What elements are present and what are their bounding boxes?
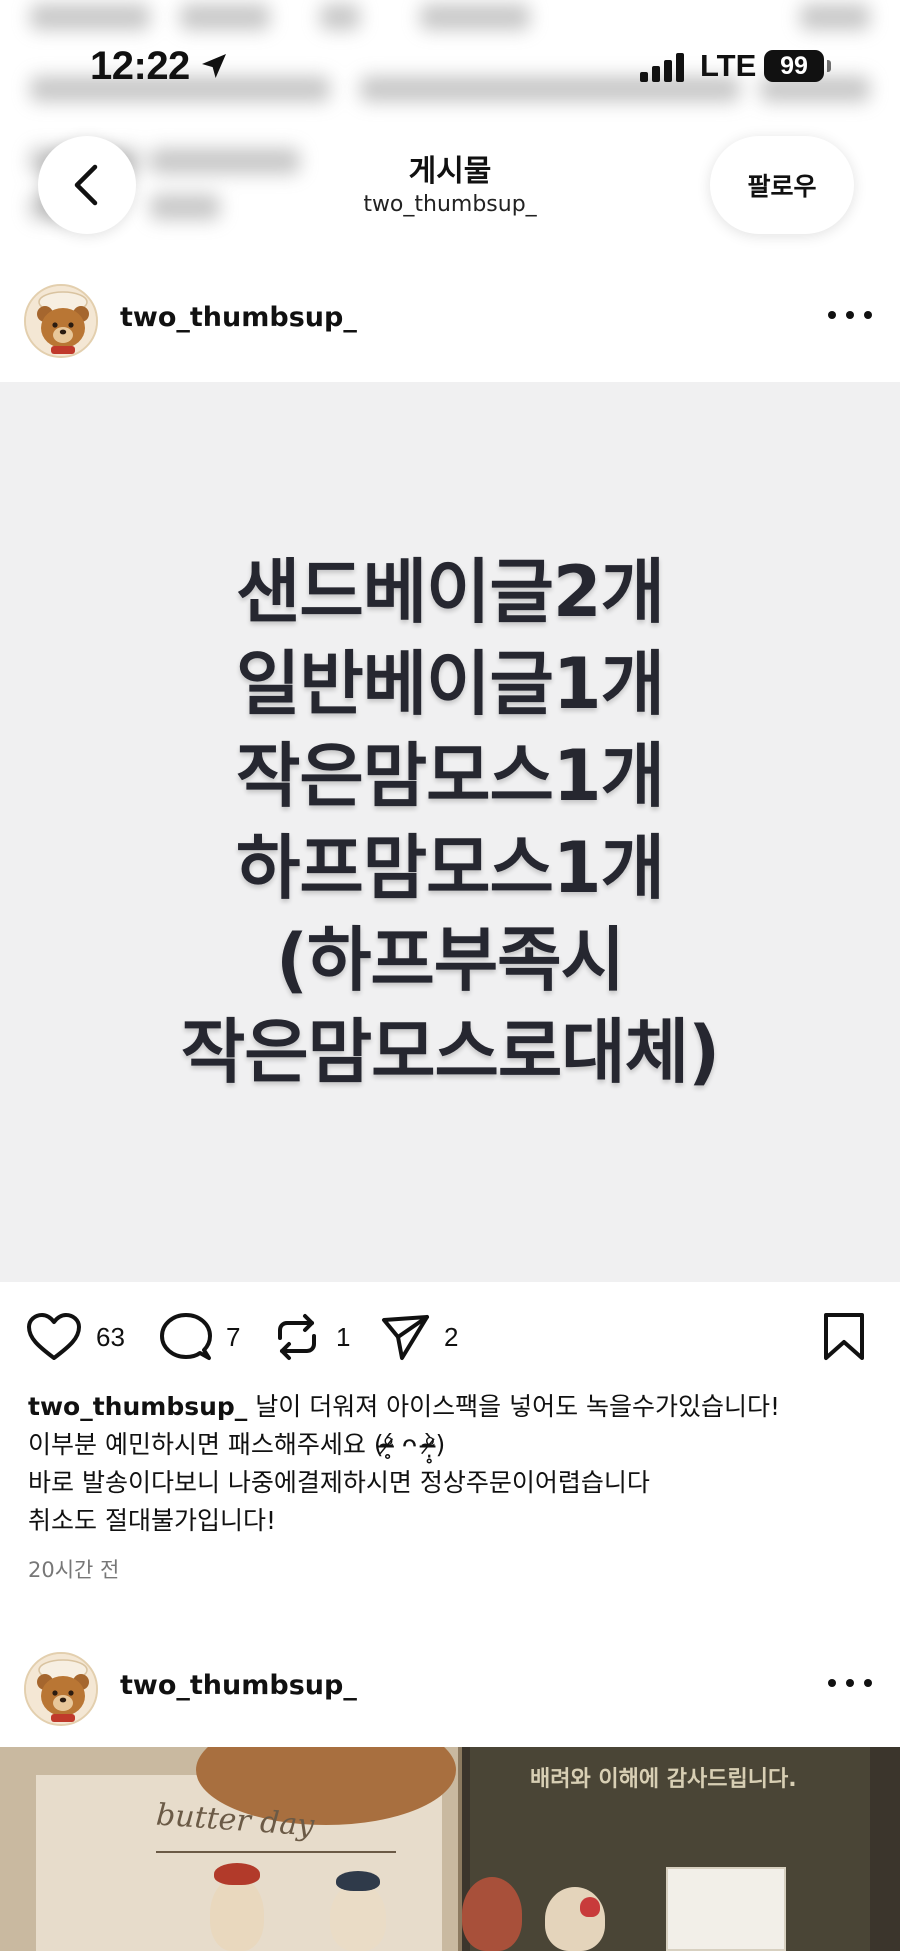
- post-header: two_thumbsup_: [0, 1640, 900, 1730]
- image-text-line: 샌드베이글2개: [235, 551, 665, 633]
- comment-count: 7: [226, 1321, 241, 1352]
- figurine-hat: [336, 1871, 380, 1891]
- price-card: [666, 1867, 786, 1951]
- post-image[interactable]: 샌드베이글2개 일반베이글1개 작은맘모스1개 하프맘모스1개 (하프부족시 작…: [0, 382, 900, 1282]
- avatar[interactable]: [24, 1652, 98, 1726]
- location-arrow-icon: [202, 54, 226, 78]
- post-actions: 63 7 1 2: [0, 1308, 900, 1368]
- post-timestamp: 20시간 전: [28, 1558, 120, 1582]
- signal-icon: [640, 52, 686, 82]
- image-text-line: 작은맘모스1개: [235, 735, 665, 817]
- status-bar: 12:22 LTE 99: [0, 38, 900, 98]
- post-header: two_thumbsup_: [0, 272, 900, 362]
- image-text-line: 하프맘모스1개: [235, 827, 665, 909]
- post-image[interactable]: butter day 배려와 이해에 감사드립니다.: [0, 1747, 900, 1951]
- top-header-area: 12:22 LTE 99 게시물 two_thumbsup_ 팔로우: [0, 0, 900, 270]
- like-button[interactable]: 63: [26, 1312, 125, 1362]
- post-caption: two_thumbsup_ 날이 더워져 아이스팩을 넣어도 녹을수가있습니다!…: [28, 1388, 878, 1540]
- back-button[interactable]: [38, 136, 136, 234]
- repost-count: 1: [336, 1321, 351, 1352]
- more-icon[interactable]: [828, 300, 872, 330]
- board-text: 배려와 이해에 감사드립니다.: [530, 1767, 797, 1792]
- bookmark-button[interactable]: [822, 1312, 866, 1366]
- caption-line: 이부분 예민하시면 패스해주세요 (ᵒ̴̶̷̥́ ᴖ ᵒ̴̶̷̣̥̀): [28, 1430, 446, 1459]
- repost-button[interactable]: 1: [272, 1312, 350, 1362]
- post-username[interactable]: two_thumbsup_: [120, 302, 357, 333]
- image-text-line: 일반베이글1개: [235, 643, 665, 725]
- battery-icon: 99: [764, 50, 824, 82]
- figurine-hat: [214, 1863, 260, 1885]
- bear-avatar-image: [26, 286, 96, 356]
- cat-figurine: [462, 1877, 522, 1951]
- cat-figurine: [545, 1887, 605, 1951]
- repost-icon: [278, 1314, 316, 1360]
- cat-figurine: [210, 1877, 264, 1951]
- share-icon: [382, 1315, 429, 1360]
- back-icon: [74, 164, 98, 206]
- heart-icon: [27, 1313, 81, 1360]
- battery-tip: [827, 60, 831, 72]
- post-image-text: 샌드베이글2개 일반베이글1개 작은맘모스1개 하프맘모스1개 (하프부족시 작…: [180, 546, 720, 1098]
- page-title: 게시물: [408, 154, 492, 189]
- caption-text: 날이 더워져 아이스팩을 넣어도 녹을수가있습니다!: [255, 1392, 781, 1421]
- caption-username[interactable]: two_thumbsup_: [28, 1392, 247, 1421]
- post-username[interactable]: two_thumbsup_: [120, 1670, 357, 1701]
- page-subtitle: two_thumbsup_: [363, 192, 537, 217]
- strawberry: [580, 1897, 600, 1917]
- caption-line: two_thumbsup_ 날이 더워져 아이스팩을 넣어도 녹을수가있습니다!: [28, 1388, 878, 1426]
- comment-button[interactable]: 7: [160, 1312, 240, 1362]
- network-type: LTE: [700, 48, 757, 83]
- avatar[interactable]: [24, 284, 98, 358]
- comment-icon: [160, 1313, 212, 1360]
- bookmark-icon: [824, 1313, 864, 1360]
- bear-avatar-image: [26, 1654, 96, 1724]
- share-button[interactable]: 2: [380, 1312, 458, 1362]
- caption-line: 바로 발송이다보니 나중에결제하시면 정상주문이어렵습니다: [28, 1468, 650, 1497]
- image-text-line: (하프부족시: [275, 919, 625, 1001]
- image-text-line: 작은맘모스로대체): [180, 1011, 720, 1093]
- like-count: 63: [96, 1321, 125, 1352]
- more-icon[interactable]: [828, 1668, 872, 1698]
- frame-underline: [156, 1851, 396, 1853]
- follow-button[interactable]: 팔로우: [710, 136, 854, 234]
- status-time: 12:22: [90, 44, 190, 88]
- caption-line: 취소도 절대불가입니다!: [28, 1506, 276, 1535]
- share-count: 2: [444, 1321, 459, 1352]
- cat-figurine: [330, 1883, 386, 1951]
